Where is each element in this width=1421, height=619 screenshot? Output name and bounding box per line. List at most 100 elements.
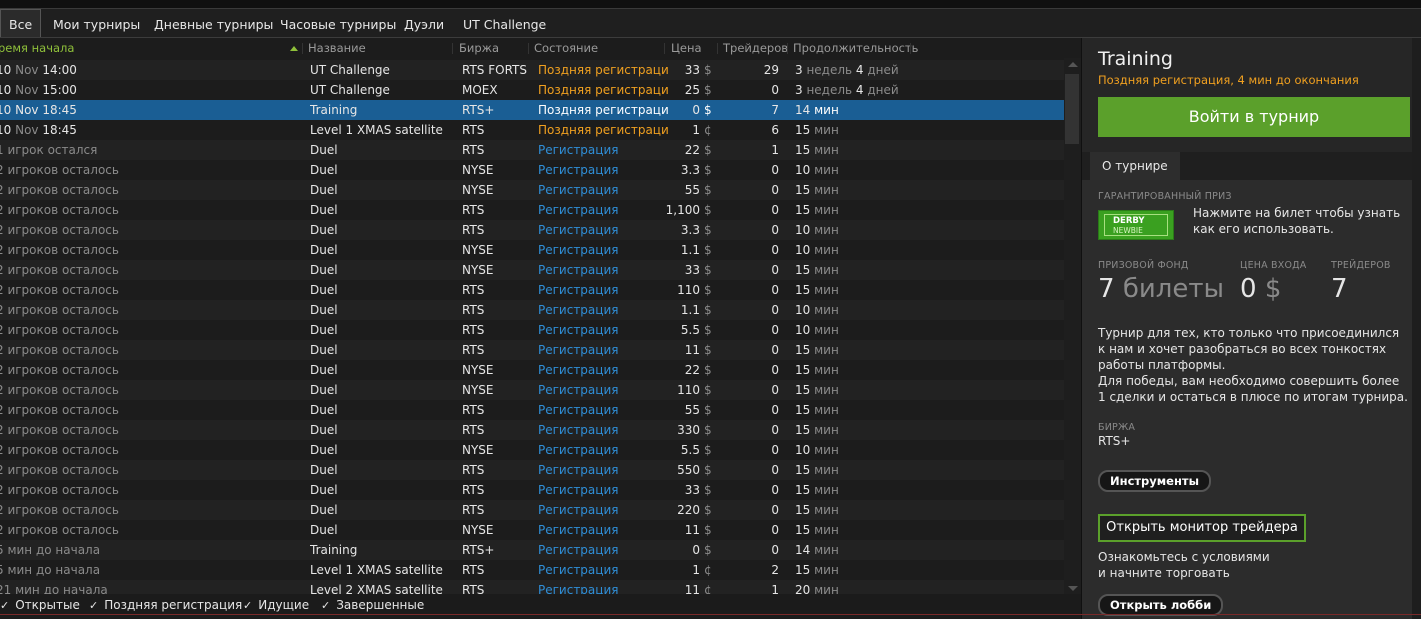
row-exchange: NYSE — [462, 363, 494, 377]
row-duration-number: 15 — [795, 283, 815, 297]
row-duration: 10 мин — [795, 160, 975, 180]
filter-open-label: Открытые — [15, 598, 80, 612]
table-row[interactable]: 2 игроков осталось Duel NYSE Регистрация 5.5… — [0, 440, 1064, 460]
table-row[interactable]: 10 Nov 14:00UT ChallengeRTS FORTSПоздняя… — [0, 60, 1064, 80]
table-row-selected[interactable]: 10 Nov 18:45TrainingRTS+Поздняя регистра… — [0, 100, 1064, 120]
row-traders: 7 — [771, 103, 779, 117]
column-divider — [452, 43, 453, 54]
tab-duels[interactable]: Дуэли — [404, 9, 444, 37]
table-row[interactable]: 2 игроков осталось Duel RTS Регистрация 33 $0… — [0, 480, 1064, 500]
tournament-rows: 10 Nov 14:00UT ChallengeRTS FORTSПоздняя… — [0, 60, 1064, 594]
ticket-hint: Нажмите на билет чтобы узнать как его ис… — [1193, 206, 1401, 236]
table-row[interactable]: 2 игроков осталось Duel NYSE Регистрация 55 $… — [0, 180, 1064, 200]
col-header-traders[interactable]: Трейдеров — [723, 38, 788, 58]
row-currency: $ — [704, 383, 712, 397]
row-traders: 0 — [771, 183, 779, 197]
row-duration-number: 4 — [855, 83, 868, 97]
row-duration: 15 мин — [795, 480, 975, 500]
row-name: Level 1 XMAS satellite — [310, 563, 443, 577]
scroll-up-arrow-icon[interactable] — [1068, 62, 1078, 67]
tab-ut-challenge[interactable]: UT Challenge — [463, 9, 546, 37]
tab-daily-tournaments[interactable]: Дневные турниры — [154, 9, 273, 37]
scrollbar-thumb[interactable] — [1065, 74, 1079, 144]
table-row[interactable]: 5 мин до начала Level 1 XMAS satellite RTS… — [0, 560, 1064, 580]
filter-late-registration[interactable]: ✓ Поздняя регистрация — [89, 594, 242, 616]
row-duration: 14 мин — [795, 100, 975, 120]
table-row[interactable]: 1 игрок остался Duel RTS Регистрация 22 $1 15 … — [0, 140, 1064, 160]
row-exchange: RTS — [462, 203, 485, 217]
table-row[interactable]: 10 Nov 18:45Level 1 XMAS satelliteRTSПоз… — [0, 120, 1064, 140]
table-row[interactable]: 5 мин до начала Training RTS+ Регистрация 0 $… — [0, 540, 1064, 560]
row-currency: $ — [704, 503, 712, 517]
open-trader-monitor-button[interactable]: Открыть монитор трейдера — [1098, 514, 1306, 542]
scroll-down-arrow-icon[interactable] — [1068, 586, 1078, 591]
row-start-cell: 2 игроков осталось — [0, 500, 286, 520]
row-duration-number: 15 — [795, 483, 815, 497]
table-row[interactable]: 2 игроков осталось Duel RTS Регистрация 1,10… — [0, 200, 1064, 220]
table-row[interactable]: 2 игроков осталось Duel RTS Регистрация 220 $… — [0, 500, 1064, 520]
row-traders: 0 — [771, 303, 779, 317]
filter-finished[interactable]: ✓ Завершенные — [321, 594, 424, 616]
row-name: Duel — [310, 203, 338, 217]
table-row[interactable]: 2 игроков осталось Duel NYSE Регистрация 33 $… — [0, 260, 1064, 280]
table-row[interactable]: 2 игроков осталось Duel RTS Регистрация 330 $… — [0, 420, 1064, 440]
table-row[interactable]: 2 игроков осталось Duel RTS Регистрация 11 $0… — [0, 340, 1064, 360]
row-currency: $ — [704, 283, 712, 297]
row-exchange: RTS — [462, 323, 485, 337]
table-row[interactable]: 2 игроков осталось Duel RTS Регистрация 1.1 $… — [0, 300, 1064, 320]
sort-ascending-icon — [290, 46, 298, 51]
row-start-cell: 2 игроков осталось — [0, 480, 286, 500]
row-duration: 3 недель 4 дней — [795, 60, 975, 80]
col-header-state[interactable]: Состояние — [534, 38, 598, 58]
table-row[interactable]: 2 игроков осталось Duel RTS Регистрация 3.3 $… — [0, 220, 1064, 240]
join-tournament-button[interactable]: Войти в турнир — [1098, 97, 1410, 137]
filter-running[interactable]: ✓ Идущие — [243, 594, 309, 616]
col-header-exchange[interactable]: Биржа — [459, 38, 499, 58]
row-traders: 1 — [771, 143, 779, 157]
tab-all[interactable]: Все — [0, 9, 42, 37]
tab-about-tournament[interactable]: О турнире — [1090, 152, 1180, 180]
col-header-price[interactable]: Цена — [671, 38, 702, 58]
col-header-duration[interactable]: Продолжительность — [793, 38, 918, 58]
row-currency: $ — [704, 323, 712, 337]
table-row[interactable]: 2 игроков осталось Duel RTS Регистрация 5.5 $… — [0, 320, 1064, 340]
row-name: Duel — [310, 263, 338, 277]
row-exchange: NYSE — [462, 383, 494, 397]
row-name: Training — [310, 103, 358, 117]
table-row[interactable]: 2 игроков осталось Duel NYSE Регистрация 1.1… — [0, 240, 1064, 260]
table-row[interactable]: 2 игроков осталось Duel RTS Регистрация 55 $0… — [0, 400, 1064, 420]
tab-my-tournaments[interactable]: Мои турниры — [53, 9, 140, 37]
row-start-cell: 2 игроков осталось — [0, 300, 286, 320]
instruments-button[interactable]: Инструменты — [1098, 470, 1211, 492]
row-start-cell: 2 игроков осталось — [0, 420, 286, 440]
row-duration-unit: мин — [814, 543, 839, 557]
row-traders: 0 — [771, 383, 779, 397]
row-exchange: RTS — [462, 343, 485, 357]
filter-open[interactable]: ✓ Открытые — [0, 594, 80, 616]
table-row[interactable]: 21 мин до начала Level 2 XMAS satellite RT… — [0, 580, 1064, 594]
row-price: 11 — [684, 583, 700, 594]
row-name: Duel — [310, 403, 338, 417]
table-row[interactable]: 10 Nov 15:00UT ChallengeMOEXПоздняя реги… — [0, 80, 1064, 100]
table-row[interactable]: 2 игроков осталось Duel NYSE Регистрация 110… — [0, 380, 1064, 400]
row-traders: 6 — [771, 123, 779, 137]
row-duration-number: 15 — [795, 403, 815, 417]
row-traders: 0 — [771, 463, 779, 477]
col-header-name[interactable]: Название — [308, 38, 366, 58]
row-price: 110 — [677, 383, 700, 397]
table-row[interactable]: 2 игроков осталось Duel NYSE Регистрация 22 $… — [0, 360, 1064, 380]
list-scrollbar[interactable] — [1064, 58, 1081, 596]
table-row[interactable]: 2 игроков осталось Duel NYSE Регистрация 3.3… — [0, 160, 1064, 180]
table-row[interactable]: 2 игроков осталось Duel RTS Регистрация 550 $… — [0, 460, 1064, 480]
row-duration-unit: дней — [867, 83, 899, 97]
row-currency: ¢ — [704, 123, 712, 137]
col-header-start-time[interactable]: ремя начала — [0, 38, 74, 58]
table-row[interactable]: 2 игроков осталось Duel RTS Регистрация 110 $… — [0, 280, 1064, 300]
row-name: Duel — [310, 163, 338, 177]
table-row[interactable]: 2 игроков осталось Duel NYSE Регистрация 11 $… — [0, 520, 1064, 540]
row-currency: $ — [704, 183, 712, 197]
row-start-cell: 2 игроков осталось — [0, 320, 286, 340]
prize-ticket[interactable]: DERBY NEWBIE — [1098, 210, 1174, 240]
open-lobby-button[interactable]: Открыть лобби — [1098, 594, 1224, 616]
tab-hourly-tournaments[interactable]: Часовые турниры — [280, 9, 396, 37]
